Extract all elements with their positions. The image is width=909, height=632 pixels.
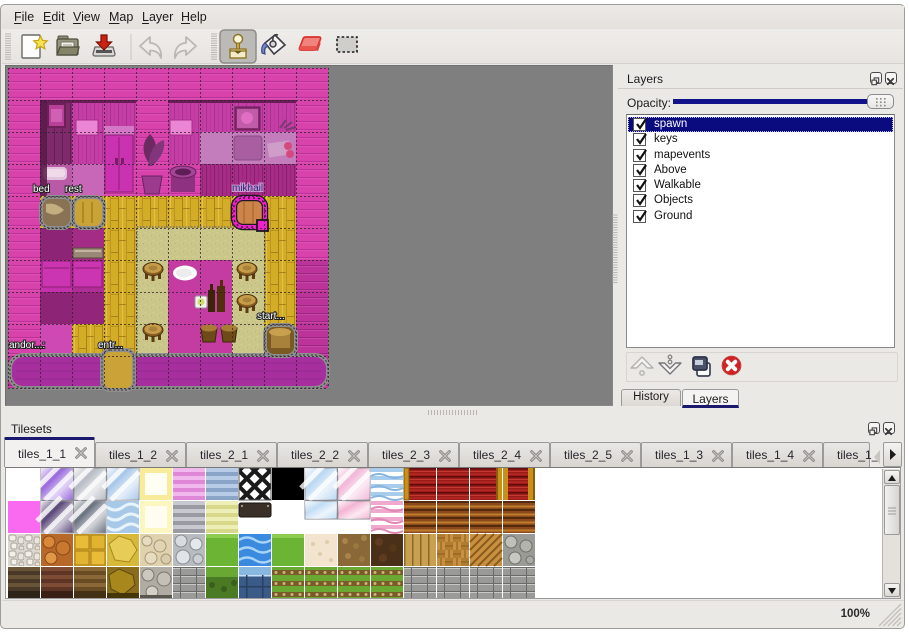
- svg-text:bed: bed: [33, 184, 50, 195]
- svg-text:mikhail: mikhail: [232, 183, 263, 194]
- svg-text:entr...: entr...: [98, 340, 123, 351]
- svg-text:rest: rest: [65, 184, 82, 195]
- svg-text:andor...:: andor...:: [9, 340, 45, 351]
- svg-text:start...: start...: [257, 311, 285, 322]
